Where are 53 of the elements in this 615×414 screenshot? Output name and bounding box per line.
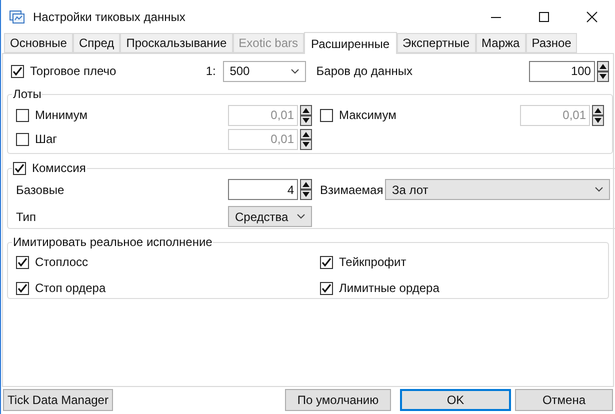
checkbox-label: Лимитные ордера (339, 280, 440, 297)
number-field[interactable]: 4 (228, 179, 298, 200)
checkbox-label: Стоп ордера (35, 280, 106, 297)
field-label: Базовые (16, 182, 66, 198)
spin-buttons[interactable] (300, 179, 312, 200)
checkbox-label: Торговое плечо (30, 63, 116, 80)
chevron-down-icon (595, 187, 603, 192)
dropdown-value: 500 (230, 63, 251, 80)
dropdown[interactable]: 500 (222, 60, 306, 82)
app-icon (9, 8, 25, 24)
chevron-down-icon (297, 214, 305, 219)
field-label: Тип (16, 208, 38, 226)
tab[interactable]: Разное (526, 33, 578, 53)
checkbox-label: Комиссия (32, 160, 86, 177)
checkbox[interactable] (11, 64, 24, 78)
group-title: Имитировать реальное исполнение (13, 234, 212, 251)
tab[interactable]: Спред (72, 33, 120, 53)
checkbox-label: Шаг (35, 131, 58, 148)
spin-buttons[interactable] (300, 128, 312, 150)
window-title: Настройки тиковых данных (33, 8, 186, 26)
checkbox[interactable] (320, 256, 333, 268)
checkbox[interactable] (320, 282, 333, 294)
ratio-label: 1: (206, 63, 217, 80)
field-label: Баров до данных (316, 63, 414, 80)
checkbox-label: Минимум (35, 107, 88, 124)
dropdown[interactable]: За лот (385, 179, 610, 200)
dropdown-value: За лот (392, 182, 430, 198)
button[interactable]: По умолчанию (285, 389, 391, 411)
number-field[interactable]: 100 (528, 60, 595, 82)
checkbox-label: Максимум (339, 107, 396, 124)
field-label: Взимаемая (320, 182, 384, 198)
button[interactable]: OK (400, 389, 511, 411)
spin-buttons[interactable] (300, 104, 312, 126)
spin-buttons[interactable] (592, 104, 604, 126)
dropdown-value: Средства (235, 208, 290, 226)
tab[interactable]: Основные (4, 33, 73, 53)
group-title: Лоты (13, 86, 42, 103)
button[interactable]: Отмена (515, 389, 613, 411)
button[interactable]: Tick Data Manager (3, 389, 113, 411)
spin-buttons[interactable] (596, 60, 609, 82)
checkbox[interactable] (13, 162, 26, 174)
checkbox[interactable] (16, 282, 29, 294)
tab[interactable]: Маржа (476, 33, 526, 53)
tab[interactable]: Расширенные (304, 32, 397, 54)
dropdown[interactable]: Средства (228, 206, 312, 227)
tab[interactable]: Проскальзывание (120, 33, 233, 53)
checkbox-label: Тейкпрофит (339, 254, 406, 271)
maximize-icon[interactable] (538, 10, 550, 22)
chevron-down-icon (291, 68, 300, 74)
tab[interactable]: Экспертные (396, 33, 476, 53)
checkbox[interactable] (16, 256, 29, 268)
close-icon[interactable] (586, 10, 598, 22)
checkbox-label: Стоплосс (35, 254, 88, 271)
